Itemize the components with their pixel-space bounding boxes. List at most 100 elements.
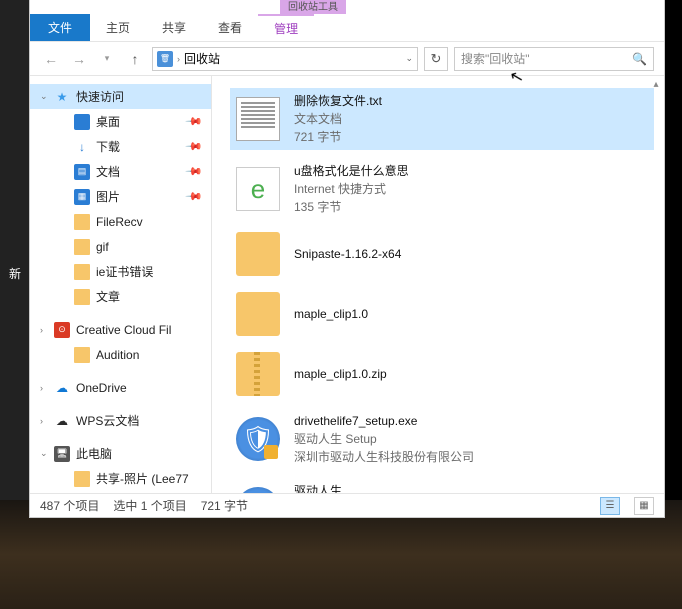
sidebar-item-label: WPS云文档	[76, 412, 139, 429]
file-name: drivethelife7_setup.exe	[294, 412, 474, 430]
sidebar-ie-cert[interactable]: ie证书错误	[30, 259, 211, 284]
sidebar-downloads[interactable]: ↓ 下载 📌	[30, 134, 211, 159]
sidebar-this-pc[interactable]: ⌄ 🖥 此电脑	[30, 441, 211, 466]
creative-cloud-icon: ⊙	[54, 322, 70, 338]
sidebar-desktop[interactable]: 桌面 📌	[30, 109, 211, 134]
file-meta: maple_clip1.0.zip	[294, 365, 387, 383]
sidebar-filerecv[interactable]: FileRecv	[30, 209, 211, 234]
folder-icon	[74, 214, 90, 230]
tab-file[interactable]: 文件	[30, 14, 90, 41]
file-meta: 驱动人生快捷方式1.14 KB	[294, 482, 342, 493]
folder-thumb-icon	[236, 232, 280, 276]
folder-icon	[74, 239, 90, 255]
file-type: 驱动人生 Setup	[294, 430, 474, 448]
status-item-count: 487 个项目	[40, 497, 99, 514]
sidebar-item-label: 桌面	[96, 113, 120, 130]
chevron-right-icon: ›	[40, 325, 43, 335]
ribbon-contextual-row: 回收站工具	[30, 0, 664, 14]
file-size: 721 字节	[294, 128, 382, 146]
sidebar-documents[interactable]: ▤ 文档 📌	[30, 159, 211, 184]
file-item[interactable]: 删除恢复文件.txt文本文档721 字节	[230, 88, 654, 150]
desktop-left-strip: 新	[0, 0, 30, 517]
file-item[interactable]: maple_clip1.0.zip	[230, 348, 654, 400]
file-name: 删除恢复文件.txt	[294, 92, 382, 110]
status-bar: 487 个项目 选中 1 个项目 721 字节 ☰ ▦	[30, 493, 664, 517]
sidebar-quick-access[interactable]: ⌄ ★ 快速访问	[30, 84, 211, 109]
scroll-up-icon[interactable]: ▴	[648, 76, 664, 92]
chevron-down-icon: ⌄	[40, 91, 48, 102]
nav-forward-button: →	[68, 48, 90, 70]
file-type: Internet 快捷方式	[294, 180, 409, 198]
sidebar-wps[interactable]: › ☁ WPS云文档	[30, 408, 211, 433]
tab-share[interactable]: 共享	[146, 14, 202, 41]
sidebar-item-label: Creative Cloud Fil	[76, 323, 171, 337]
sidebar-item-label: 文档	[96, 163, 120, 180]
explorer-window: 回收站工具 文件 主页 共享 查看 管理 ← → ▾ ↑ 🗑 › 回收站 ⌄ ↻…	[30, 0, 664, 517]
pin-icon: 📌	[185, 187, 204, 206]
zip-thumb-icon	[236, 352, 280, 396]
status-selected-size: 721 字节	[201, 497, 248, 514]
file-item[interactable]: maple_clip1.0	[230, 288, 654, 340]
file-item[interactable]: e u盘格式化是什么意思Internet 快捷方式135 字节	[230, 158, 654, 220]
onedrive-icon: ☁	[54, 380, 70, 396]
recycle-bin-icon: 🗑	[157, 51, 173, 67]
refresh-button[interactable]: ↻	[424, 47, 448, 71]
chevron-right-icon: ›	[40, 383, 43, 393]
sidebar-item-label: gif	[96, 240, 109, 254]
sidebar-item-label: ie证书错误	[96, 263, 153, 280]
sidebar-creative-cloud[interactable]: › ⊙ Creative Cloud Fil	[30, 317, 211, 342]
wps-icon: ☁	[54, 413, 70, 429]
file-item[interactable]: ⚙ 驱动人生快捷方式1.14 KB	[230, 478, 654, 493]
sidebar-item-label: FileRecv	[96, 215, 143, 229]
pictures-icon: ▦	[74, 189, 90, 205]
pin-icon: 📌	[185, 112, 204, 131]
tab-home[interactable]: 主页	[90, 14, 146, 41]
nav-back-button[interactable]: ←	[40, 48, 62, 70]
address-dropdown-icon[interactable]: ⌄	[405, 53, 413, 64]
nav-recent-dropdown[interactable]: ▾	[96, 48, 118, 70]
folder-icon	[74, 289, 90, 305]
txt-thumb-icon	[236, 97, 280, 141]
search-icon: 🔍	[632, 52, 647, 66]
folder-thumb-icon	[236, 292, 280, 336]
tab-view[interactable]: 查看	[202, 14, 258, 41]
pc-icon: 🖥	[54, 446, 70, 462]
file-item[interactable]: 🛡drivethelife7_setup.exe驱动人生 Setup深圳市驱动人…	[230, 408, 654, 470]
view-icons-button[interactable]: ▦	[634, 497, 654, 515]
sidebar-item-label: 下载	[96, 138, 120, 155]
desktop-icon	[74, 114, 90, 130]
sidebar-item-label: 共享-照片 (Lee77	[96, 470, 189, 487]
address-bar[interactable]: 🗑 › 回收站 ⌄	[152, 47, 418, 71]
file-list[interactable]: ▴ 删除恢复文件.txt文本文档721 字节 e u盘格式化是什么意思Interne…	[212, 76, 664, 493]
search-placeholder: 搜索"回收站"	[461, 50, 530, 67]
folder-icon	[74, 347, 90, 363]
file-size: 深圳市驱动人生科技股份有限公司	[294, 448, 474, 466]
ribbon-context-label: 回收站工具	[280, 0, 346, 14]
tab-manage[interactable]: 管理	[258, 14, 314, 41]
gear-thumb-icon: ⚙	[236, 487, 280, 493]
pin-icon: 📌	[185, 162, 204, 181]
file-name: maple_clip1.0.zip	[294, 365, 387, 383]
sidebar-item-label: OneDrive	[76, 381, 127, 395]
address-text: 回收站	[184, 50, 220, 67]
sidebar-share-photos[interactable]: 共享-照片 (Lee77	[30, 466, 211, 491]
sidebar-articles[interactable]: 文章	[30, 284, 211, 309]
sidebar-pictures[interactable]: ▦ 图片 📌	[30, 184, 211, 209]
sidebar-gif[interactable]: gif	[30, 234, 211, 259]
navigation-pane[interactable]: ⌄ ★ 快速访问 桌面 📌 ↓ 下载 📌 ▤ 文档 📌 ▦ 图片	[30, 76, 212, 493]
sidebar-audition[interactable]: Audition	[30, 342, 211, 367]
sidebar-item-label: 此电脑	[76, 445, 112, 462]
view-details-button[interactable]: ☰	[600, 497, 620, 515]
status-selected-count: 选中 1 个项目	[113, 497, 186, 514]
file-name: 驱动人生	[294, 482, 342, 493]
pin-icon: 📌	[185, 137, 204, 156]
search-input[interactable]: 搜索"回收站" 🔍	[454, 47, 654, 71]
file-meta: u盘格式化是什么意思Internet 快捷方式135 字节	[294, 162, 409, 216]
file-item[interactable]: Snipaste-1.16.2-x64	[230, 228, 654, 280]
ie-thumb-icon: e	[236, 167, 280, 211]
chevron-right-icon: ›	[40, 416, 43, 426]
sidebar-onedrive[interactable]: › ☁ OneDrive	[30, 375, 211, 400]
nav-up-button[interactable]: ↑	[124, 48, 146, 70]
sidebar-item-label: 文章	[96, 288, 120, 305]
folder-icon	[74, 264, 90, 280]
